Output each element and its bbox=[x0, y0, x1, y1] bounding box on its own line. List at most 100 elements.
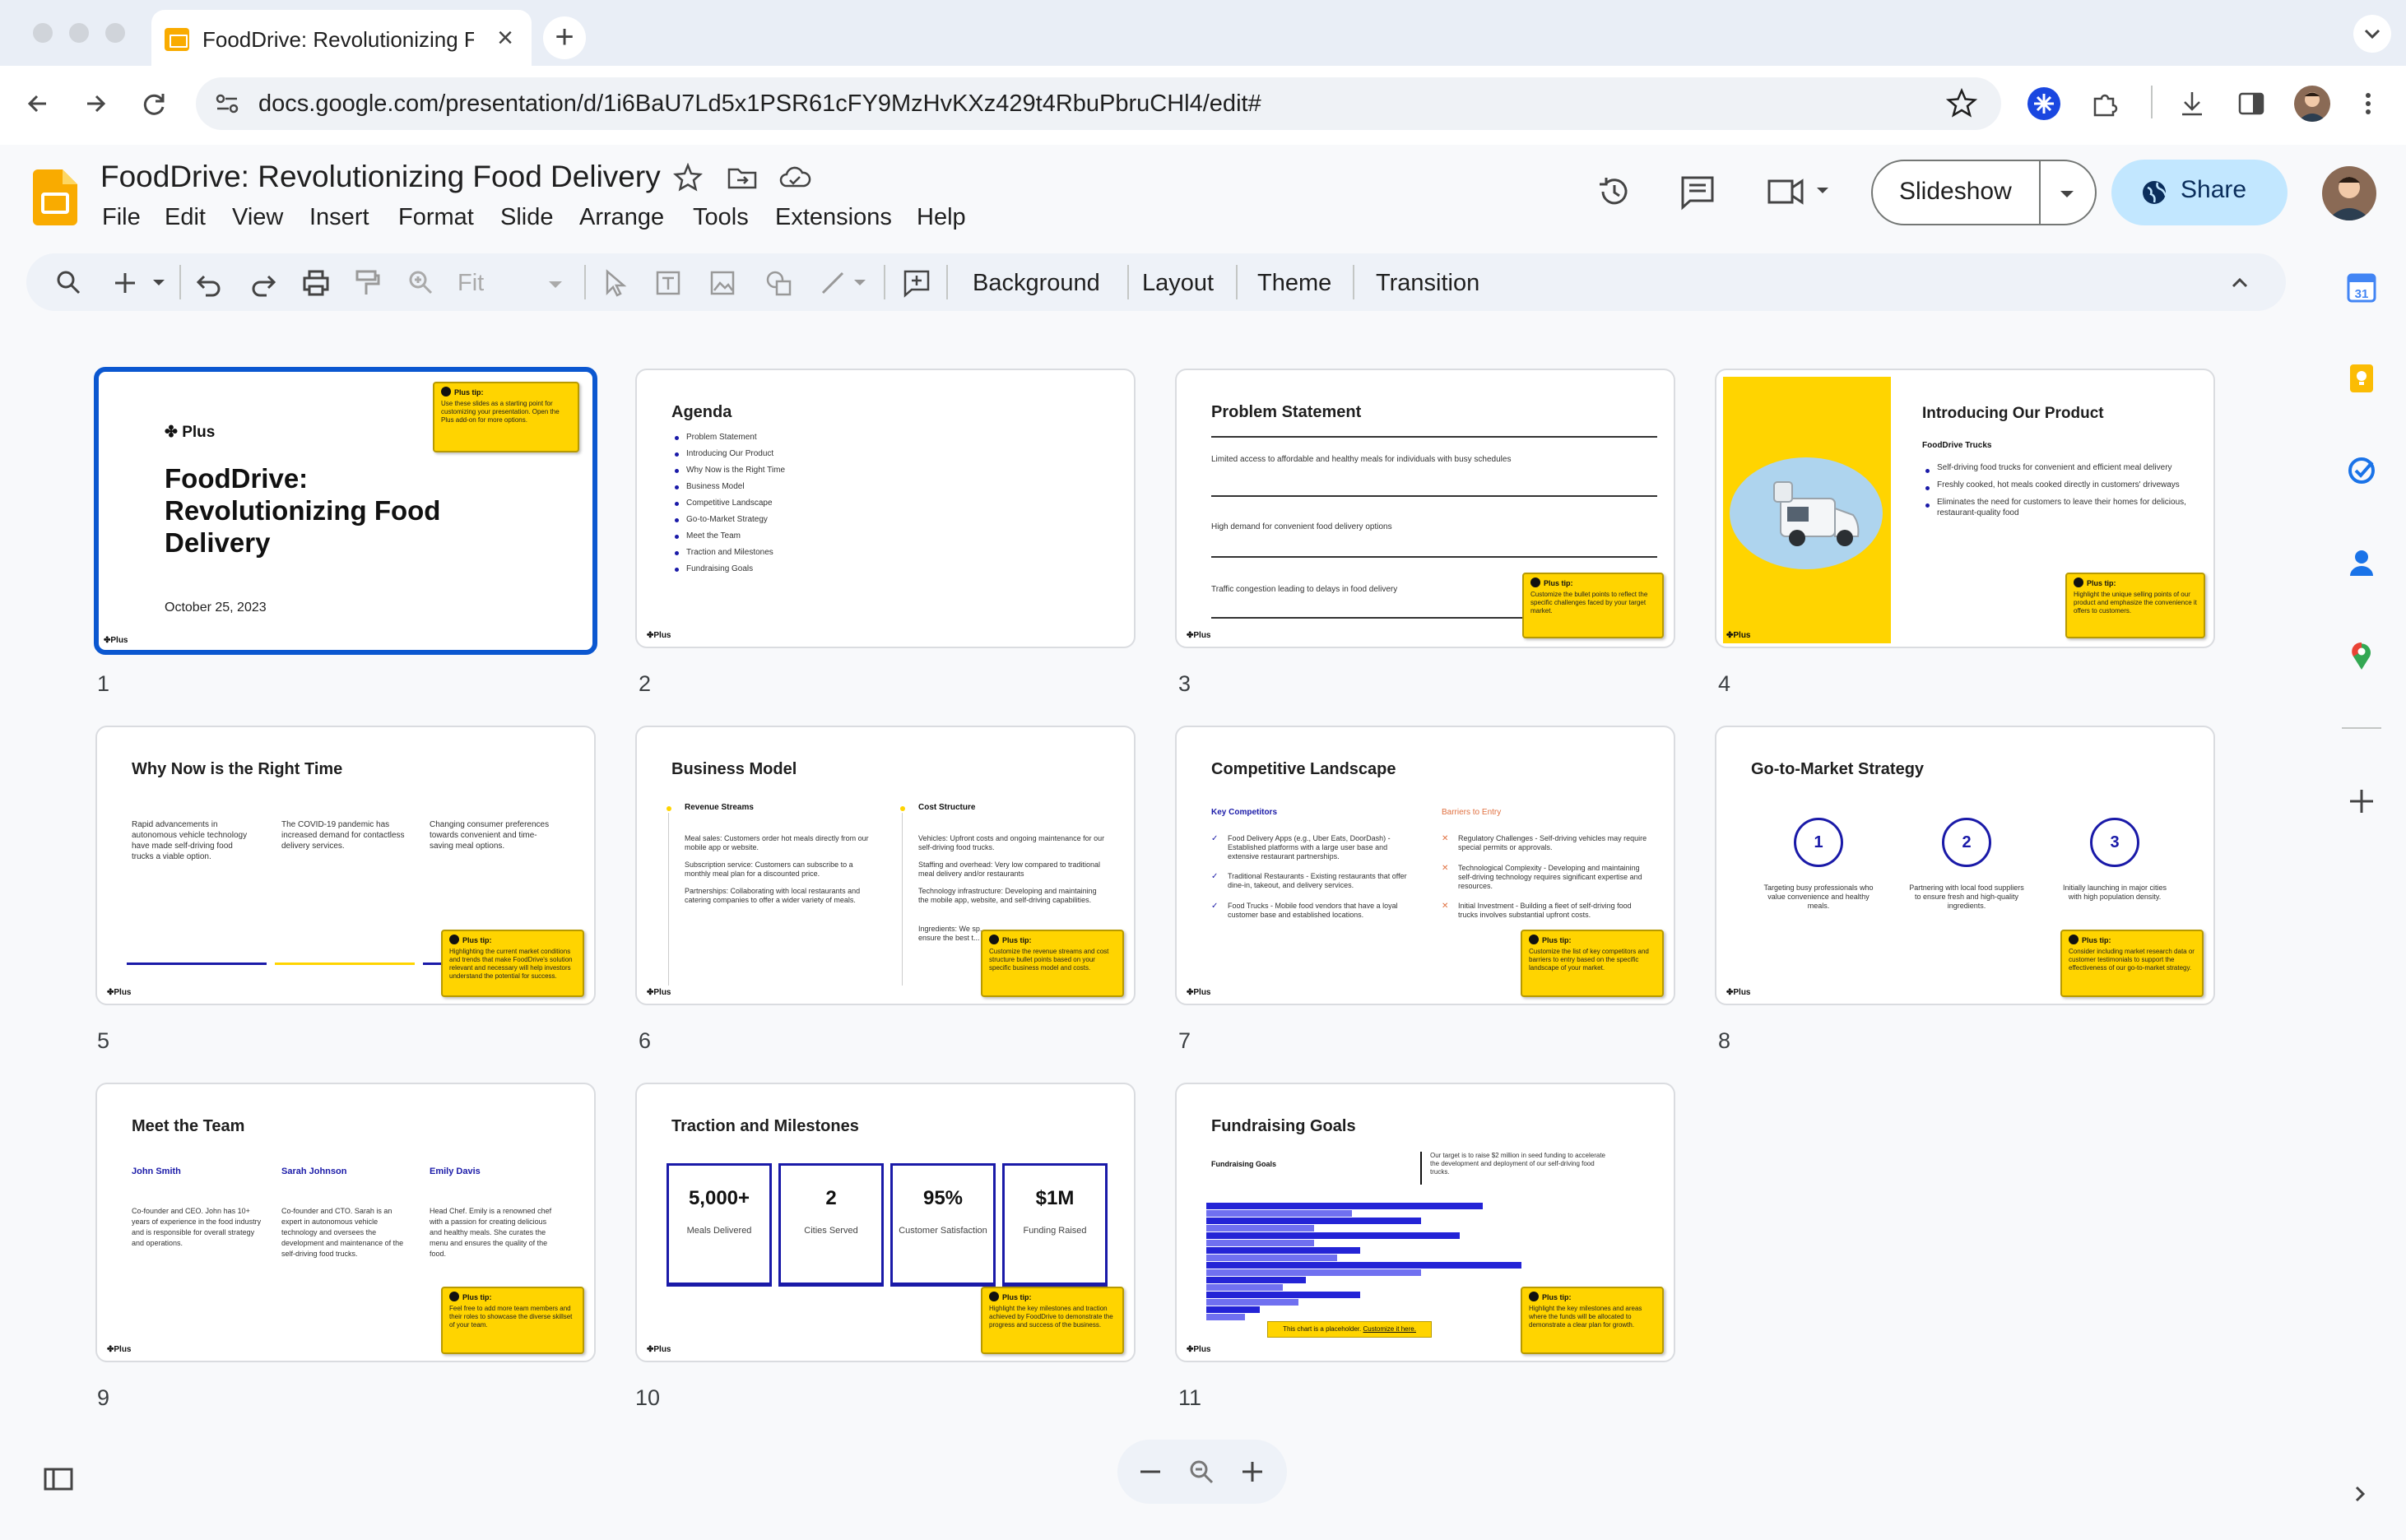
extension-ai-icon[interactable] bbox=[2027, 87, 2060, 120]
barrier-2: Technological Complexity - Developing an… bbox=[1458, 864, 1647, 891]
print-icon[interactable] bbox=[301, 268, 331, 298]
globe-icon bbox=[2141, 179, 2167, 206]
cloud-saved-icon[interactable] bbox=[778, 165, 811, 191]
plus-mark: ✤Plus bbox=[1187, 631, 1211, 640]
chart-bar bbox=[1206, 1262, 1521, 1269]
slide-thumbnail-1[interactable]: ✤ Plus FoodDrive: Revolutionizing Food D… bbox=[94, 367, 597, 655]
plus-mark: ✤Plus bbox=[647, 988, 671, 997]
profile-avatar[interactable] bbox=[2294, 86, 2330, 122]
customize-link[interactable]: Customize it here. bbox=[1363, 1325, 1415, 1333]
chart-bar bbox=[1206, 1225, 1314, 1232]
chart-label: Fundraising Goals bbox=[1211, 1160, 1276, 1168]
line-icon[interactable] bbox=[818, 268, 876, 298]
tasks-icon[interactable] bbox=[2345, 454, 2378, 487]
maps-icon[interactable] bbox=[2345, 638, 2378, 671]
bullet-dot bbox=[900, 806, 905, 811]
menu-help[interactable]: Help bbox=[917, 204, 966, 231]
collapse-toolbar-icon[interactable] bbox=[2225, 268, 2255, 298]
undo-icon[interactable] bbox=[194, 268, 224, 298]
slides-logo-icon[interactable] bbox=[33, 169, 77, 225]
star-icon[interactable] bbox=[673, 163, 703, 192]
forward-button[interactable] bbox=[74, 82, 117, 125]
window-close-button[interactable] bbox=[33, 23, 53, 43]
account-avatar[interactable] bbox=[2322, 166, 2376, 220]
menu-slide[interactable]: Slide bbox=[500, 204, 554, 231]
menu-format[interactable]: Format bbox=[398, 204, 474, 231]
text-box-icon[interactable] bbox=[653, 268, 683, 298]
zoom-level[interactable]: Fit bbox=[458, 270, 484, 297]
slide-thumbnail-9[interactable]: Meet the Team John Smith Sarah Johnson E… bbox=[95, 1083, 596, 1362]
redo-icon[interactable] bbox=[248, 268, 278, 298]
paint-format-icon[interactable] bbox=[352, 268, 382, 298]
browser-tab[interactable]: FoodDrive: Revolutionizing Fo × bbox=[151, 10, 532, 66]
window-minimize-button[interactable] bbox=[69, 23, 89, 43]
slides-favicon-icon bbox=[165, 28, 189, 51]
zoom-out-icon[interactable] bbox=[1136, 1457, 1165, 1487]
insert-image-icon[interactable] bbox=[708, 268, 737, 298]
menu-arrange[interactable]: Arrange bbox=[579, 204, 664, 231]
slideshow-button[interactable]: Slideshow bbox=[1871, 160, 2097, 225]
transition-button[interactable]: Transition bbox=[1376, 270, 1479, 297]
menu-view[interactable]: View bbox=[232, 204, 283, 231]
back-button[interactable] bbox=[16, 82, 59, 125]
menu-file[interactable]: File bbox=[102, 204, 141, 231]
share-button[interactable]: Share bbox=[2111, 160, 2288, 225]
slide-thumbnail-6[interactable]: Business Model Revenue Streams Meal sale… bbox=[635, 726, 1136, 1005]
filmstrip-toggle-icon[interactable] bbox=[43, 1466, 76, 1492]
theme-button[interactable]: Theme bbox=[1257, 270, 1331, 297]
slide-thumbnail-3[interactable]: Problem Statement Limited access to affo… bbox=[1175, 369, 1675, 648]
move-folder-icon[interactable] bbox=[727, 165, 757, 191]
timeline-line bbox=[668, 813, 669, 986]
reload-button[interactable] bbox=[133, 82, 176, 125]
tab-close-icon[interactable]: × bbox=[489, 21, 522, 54]
menu-insert[interactable]: Insert bbox=[309, 204, 369, 231]
layout-button[interactable]: Layout bbox=[1142, 270, 1214, 297]
keep-icon[interactable] bbox=[2345, 362, 2378, 395]
slide-thumbnail-11[interactable]: Fundraising Goals Fundraising Goals Our … bbox=[1175, 1083, 1675, 1362]
plus-mark: ✤Plus bbox=[1187, 988, 1211, 997]
slide-number: 11 bbox=[1178, 1385, 1201, 1411]
new-tab-button[interactable]: + bbox=[543, 16, 586, 59]
comments-icon[interactable] bbox=[1679, 173, 1716, 211]
contacts-icon[interactable] bbox=[2345, 546, 2378, 579]
search-menus-icon[interactable] bbox=[54, 268, 84, 298]
add-comment-icon[interactable] bbox=[902, 268, 931, 298]
slide-thumbnail-5[interactable]: Why Now is the Right Time Rapid advancem… bbox=[95, 726, 596, 1005]
slide-thumbnail-7[interactable]: Competitive Landscape Key Competitors Ba… bbox=[1175, 726, 1675, 1005]
menu-edit[interactable]: Edit bbox=[165, 204, 206, 231]
plus-tip: Plus tip: Highlight the unique selling p… bbox=[2065, 573, 2205, 638]
menu-tools[interactable]: Tools bbox=[693, 204, 749, 231]
select-cursor-icon[interactable] bbox=[601, 268, 630, 298]
slide-thumbnail-10[interactable]: Traction and Milestones 5,000+ Meals Del… bbox=[635, 1083, 1136, 1362]
slide-thumbnail-2[interactable]: Agenda Problem Statement Introducing Our… bbox=[635, 369, 1136, 648]
slide-thumbnail-4[interactable]: Introducing Our Product FoodDrive Trucks… bbox=[1715, 369, 2215, 648]
forward-arrow-icon bbox=[74, 82, 117, 125]
side-panel-icon[interactable] bbox=[2235, 87, 2268, 120]
extensions-puzzle-icon[interactable] bbox=[2088, 87, 2121, 120]
url-text[interactable]: docs.google.com/presentation/d/1i6BaU7Ld… bbox=[258, 90, 1261, 118]
tab-search-button[interactable] bbox=[2353, 15, 2391, 53]
menu-extensions[interactable]: Extensions bbox=[775, 204, 892, 231]
slide-thumbnail-8[interactable]: Go-to-Market Strategy 1 2 3 Targeting bu… bbox=[1715, 726, 2215, 1005]
calendar-icon[interactable]: 31 bbox=[2345, 271, 2378, 304]
toolbar-separator bbox=[1353, 265, 1354, 299]
chevron-down-icon[interactable] bbox=[543, 271, 568, 296]
site-info-icon[interactable] bbox=[212, 89, 242, 118]
version-history-icon[interactable] bbox=[1595, 173, 1633, 211]
new-slide-icon[interactable] bbox=[110, 268, 173, 298]
meet-camera-icon[interactable] bbox=[1766, 174, 1832, 209]
browser-menu-icon[interactable] bbox=[2358, 87, 2378, 120]
background-button[interactable]: Background bbox=[973, 270, 1100, 297]
expand-panel-icon[interactable] bbox=[2347, 1481, 2373, 1507]
zoom-icon[interactable] bbox=[406, 268, 436, 298]
add-addon-icon[interactable] bbox=[2343, 783, 2380, 819]
shape-icon[interactable] bbox=[764, 268, 793, 298]
downloads-icon[interactable] bbox=[2176, 87, 2209, 120]
document-title[interactable]: FoodDrive: Revolutionizing Food Delivery bbox=[100, 160, 661, 194]
zoom-search-icon[interactable] bbox=[1187, 1457, 1216, 1487]
window-maximize-button[interactable] bbox=[105, 23, 125, 43]
check-icon: ✓ bbox=[1211, 902, 1218, 911]
chevron-down-icon[interactable] bbox=[2052, 179, 2082, 209]
bookmark-star-icon[interactable] bbox=[1945, 87, 1978, 120]
zoom-in-icon[interactable] bbox=[1238, 1457, 1267, 1487]
